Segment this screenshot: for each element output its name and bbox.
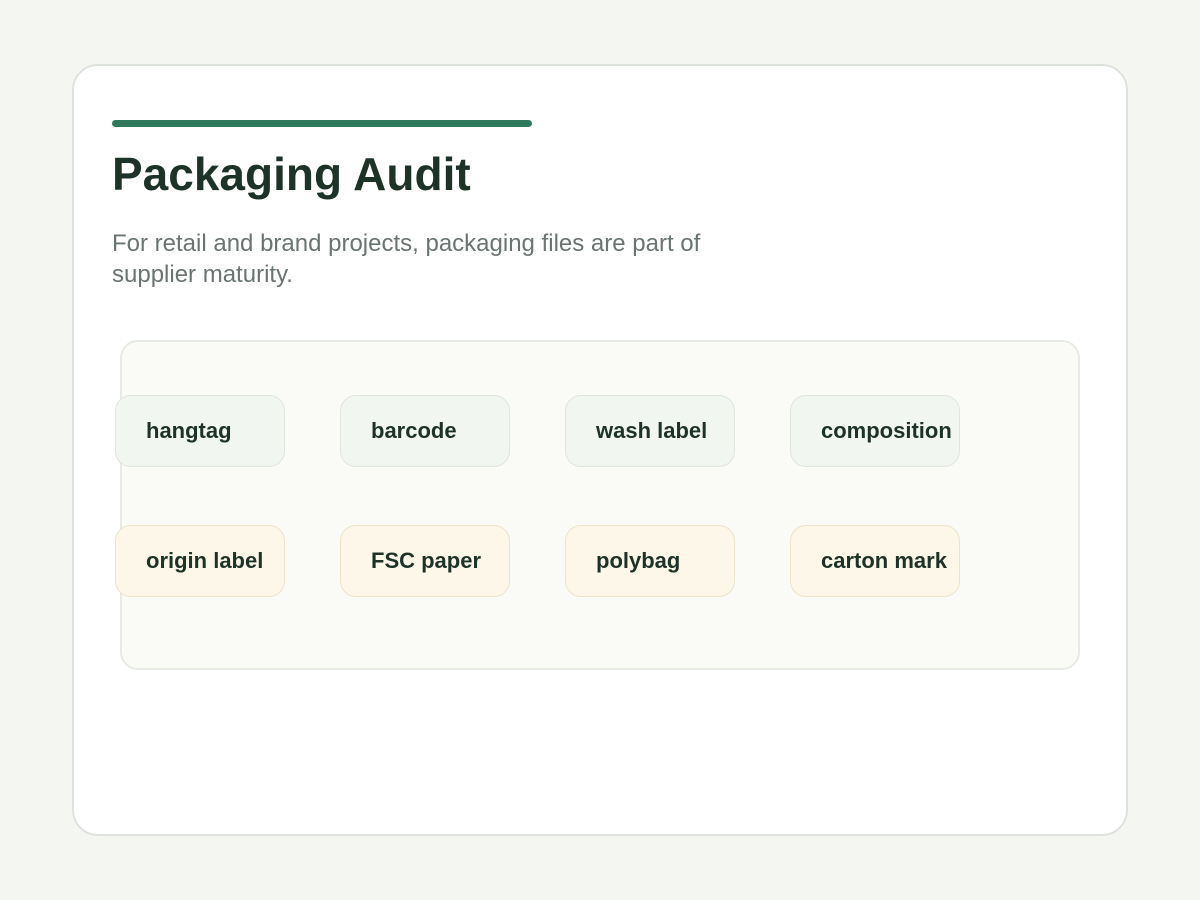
chip-composition[interactable]: composition bbox=[790, 395, 960, 467]
chip-panel bbox=[120, 340, 1080, 670]
accent-bar bbox=[112, 120, 532, 127]
page-subtitle: For retail and brand projects, packaging… bbox=[112, 230, 701, 288]
chip-carton-mark[interactable]: carton mark bbox=[790, 525, 960, 597]
page-title: Packaging Audit bbox=[112, 148, 471, 200]
chip-barcode[interactable]: barcode bbox=[340, 395, 510, 467]
chip-fsc-paper[interactable]: FSC paper bbox=[340, 525, 510, 597]
chip-polybag[interactable]: polybag bbox=[565, 525, 735, 597]
chip-hangtag[interactable]: hangtag bbox=[115, 395, 285, 467]
chip-wash-label[interactable]: wash label bbox=[565, 395, 735, 467]
chip-origin-label[interactable]: origin label bbox=[115, 525, 285, 597]
